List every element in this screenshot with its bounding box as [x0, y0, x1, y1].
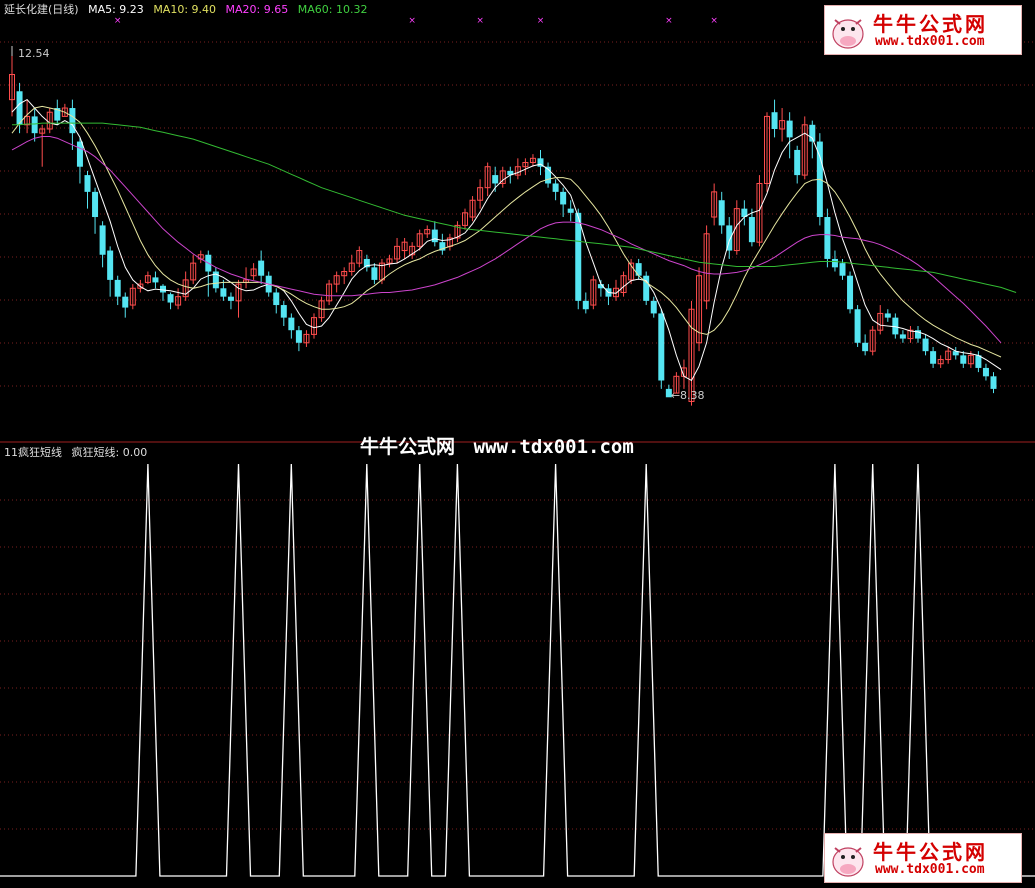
candle-body [575, 212, 582, 301]
high-price-label: 12.54 [18, 47, 50, 60]
candle-body [930, 351, 937, 364]
ma-line-ma5 [11, 98, 1002, 382]
candle-body [794, 149, 801, 176]
candle-body [84, 175, 91, 192]
ma20-label: MA20: 9.65 [225, 3, 289, 16]
candle-body [431, 229, 438, 243]
candle-body [748, 217, 755, 243]
logo-bottom: 牛牛公式网 www.tdx001.com [824, 833, 1022, 883]
candle-body [258, 260, 265, 276]
signal-marker: × [476, 16, 484, 26]
candle-body [273, 292, 280, 306]
logo-url: www.tdx001.com [875, 34, 985, 49]
logo-url: www.tdx001.com [875, 862, 985, 877]
candle-body [650, 300, 657, 314]
candle-body [16, 91, 23, 125]
candle-body [982, 367, 989, 377]
candle-body [960, 355, 967, 364]
candle-body [922, 338, 929, 352]
indicator-line [0, 463, 1035, 877]
signal-marker: × [537, 16, 545, 26]
candle-body [824, 217, 831, 259]
candle-body [107, 250, 114, 280]
candle-body [114, 279, 121, 297]
signal-marker: × [710, 16, 718, 26]
candle-body [839, 263, 846, 276]
candle-body [847, 275, 854, 310]
candle-body [884, 313, 891, 318]
candle-body [280, 305, 287, 318]
candle-body [892, 317, 899, 335]
ma-line-ma10 [11, 105, 1002, 358]
candle-body [771, 112, 778, 129]
candle-body [990, 376, 997, 389]
ma-line-ma60 [12, 122, 1017, 293]
candle-body [220, 288, 227, 297]
ma10-label: MA10: 9.40 [153, 3, 217, 16]
candle-body [582, 300, 589, 310]
low-price-label: ←8.38 [671, 389, 705, 402]
indicator-header: 11疯狂短线 疯狂短线: 0.00 [4, 446, 153, 459]
candle-body [227, 296, 234, 301]
candle-body [152, 277, 159, 283]
candle-body [99, 225, 106, 255]
candle-body [69, 108, 76, 134]
cow-logo-icon [832, 847, 864, 877]
logo-top: 牛牛公式网 www.tdx001.com [824, 5, 1022, 55]
indicator-value: 疯狂短线: 0.00 [71, 446, 148, 459]
stock-title: 延长化建(日线) [4, 3, 79, 16]
candle-body [718, 200, 725, 226]
candle-body [122, 296, 129, 308]
candle-body [854, 309, 861, 343]
candle-body [288, 317, 295, 331]
ma5-label: MA5: 9.23 [88, 3, 144, 16]
candle-body [371, 267, 378, 280]
candle-body [899, 334, 906, 339]
candle-body [31, 116, 38, 134]
candle-body [831, 258, 838, 268]
signal-marker: × [408, 16, 416, 26]
candle-body [295, 330, 302, 343]
signal-marker: × [114, 16, 122, 26]
candle-body [76, 141, 83, 167]
indicator-name: 11疯狂短线 [4, 446, 62, 459]
candle-body [786, 120, 793, 138]
candle-body [492, 175, 499, 184]
candle-body [862, 342, 869, 352]
candle-body [160, 285, 166, 293]
candle-body [167, 294, 174, 303]
signal-marker: × [665, 16, 673, 26]
logo-name: 牛牛公式网 [873, 12, 988, 36]
candle-body [975, 355, 982, 368]
ma60-label: MA60: 10.32 [297, 3, 368, 16]
candle-body [643, 275, 650, 301]
candle-body [560, 191, 567, 205]
ma-line-ma20 [11, 136, 1002, 344]
watermark-name: 牛牛公式网 [360, 436, 456, 458]
watermark-url: www.tdx001.com [473, 436, 634, 458]
candle-body [635, 263, 642, 276]
logo-name: 牛牛公式网 [873, 840, 988, 864]
cow-logo-icon [832, 19, 864, 49]
center-watermark: 牛牛公式网 www.tdx001.com [360, 432, 634, 459]
candle-body [658, 313, 665, 381]
candle-body [567, 208, 574, 213]
candle-body [92, 191, 99, 218]
candle-body [552, 183, 559, 192]
main-chart-header: 延长化建(日线) MA5: 9.23 MA10: 9.40 MA20: 9.65… [4, 3, 373, 16]
